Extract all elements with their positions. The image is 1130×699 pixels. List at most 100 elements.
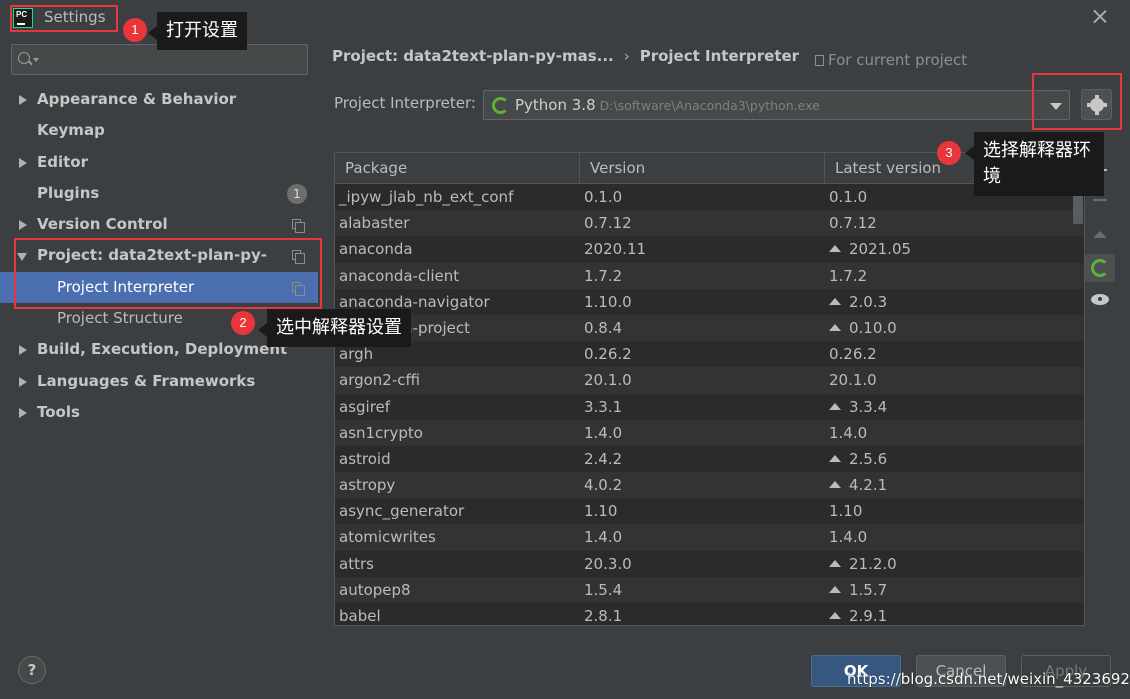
expand-arrow-icon[interactable]	[19, 407, 27, 418]
close-icon[interactable]	[1089, 6, 1111, 28]
column-header-version[interactable]: Version	[580, 153, 825, 184]
package-name: alabaster	[339, 214, 410, 233]
package-latest-version: 0.10.0	[829, 315, 897, 341]
table-row[interactable]: astroid 2.4.2 2.5.6	[335, 445, 1084, 473]
package-name: attrs	[339, 554, 374, 573]
table-row[interactable]: attrs 20.3.0 21.2.0	[335, 550, 1084, 577]
upgrade-available-icon	[829, 323, 841, 331]
annotation-box-interpreter	[14, 238, 322, 309]
packages-table: Package Version Latest version _ipyw_jla…	[334, 152, 1085, 626]
latest-version-text: 1.4.0	[829, 528, 868, 547]
upgrade-package-icon[interactable]	[1085, 222, 1115, 250]
latest-version-text: 3.3.4	[849, 397, 888, 416]
package-name: astropy	[339, 476, 396, 495]
upgrade-available-icon	[829, 585, 841, 593]
table-row[interactable]: autopep8 1.5.4 1.5.7	[335, 576, 1084, 603]
table-row[interactable]: atomicwrites 1.4.0 1.4.0	[335, 524, 1084, 551]
latest-version-text: 0.10.0	[849, 318, 897, 337]
interpreter-dropdown[interactable]: Python 3.8 D:\software\Anaconda3\python.e…	[483, 90, 1070, 120]
table-row[interactable]: anaconda 2020.11 2021.05	[335, 236, 1084, 263]
expand-arrow-icon[interactable]	[19, 376, 27, 387]
table-row[interactable]: anaconda-client 1.7.2 1.7.2	[335, 262, 1084, 289]
package-latest-version: 0.7.12	[829, 210, 877, 236]
package-latest-version: 2021.05	[829, 236, 911, 262]
package-latest-version: 0.1.0	[829, 184, 867, 210]
interpreter-name: Python 3.8	[515, 96, 596, 114]
expand-arrow-icon[interactable]	[19, 345, 27, 356]
table-row[interactable]: asgiref 3.3.1 3.3.4	[335, 393, 1084, 420]
expand-arrow-icon[interactable]	[19, 220, 27, 231]
table-body: _ipyw_jlab_nb_ext_conf 0.1.0 0.1.0 alabaste…	[335, 184, 1084, 625]
expand-arrow-icon[interactable]	[19, 95, 27, 105]
package-toolbar	[1085, 152, 1115, 626]
package-name: autopep8	[339, 580, 411, 599]
sidebar-item-plugins[interactable]: Plugins 1	[0, 178, 318, 209]
table-row[interactable]: alabaster 0.7.12 0.7.12	[335, 210, 1084, 237]
package-latest-version: 2.9.1	[829, 603, 887, 625]
annotation-callout-3: 选择解释器环境	[965, 132, 1104, 196]
upgrade-available-icon	[829, 454, 841, 462]
package-version: 0.26.2	[584, 345, 632, 364]
breadcrumb: Project: data2text-plan-py-mas... › Projec…	[332, 47, 799, 65]
sidebar-item-version-control[interactable]: Version Control	[0, 209, 318, 240]
package-latest-version: 20.1.0	[829, 367, 877, 393]
table-row[interactable]: astropy 4.0.2 4.2.1	[335, 472, 1084, 499]
breadcrumb-project[interactable]: Project: data2text-plan-py-mas...	[332, 47, 614, 65]
latest-version-text: 20.1.0	[829, 371, 877, 390]
sidebar-item-tools[interactable]: Tools	[0, 397, 318, 428]
column-header-package[interactable]: Package	[335, 153, 580, 184]
package-version: 0.7.12	[584, 214, 632, 233]
latest-version-text: 2021.05	[849, 240, 912, 259]
package-version: 3.3.1	[584, 397, 623, 416]
package-name: anaconda	[339, 240, 413, 259]
table-row[interactable]: async_generator 1.10 1.10	[335, 498, 1084, 525]
settings-content-panel: Project: data2text-plan-py-mas... › Projec…	[318, 36, 1130, 632]
project-scope-icon	[292, 219, 305, 234]
package-version: 0.1.0	[584, 188, 623, 206]
package-version: 1.4.0	[584, 528, 623, 547]
package-name: _ipyw_jlab_nb_ext_conf	[339, 188, 514, 206]
package-latest-version: 0.26.2	[829, 341, 877, 367]
help-button[interactable]: ?	[18, 656, 46, 684]
breadcrumb-current: Project Interpreter	[639, 47, 800, 65]
table-row[interactable]: anaconda-navigator 1.10.0 2.0.3	[335, 288, 1084, 315]
sidebar-item-appearance-behavior[interactable]: Appearance & Behavior	[0, 84, 318, 115]
latest-version-text: 2.5.6	[849, 449, 888, 468]
package-name: astroid	[339, 449, 391, 468]
chevron-down-icon	[33, 58, 39, 62]
package-name: asn1crypto	[339, 423, 423, 442]
latest-version-text: 0.26.2	[829, 345, 877, 364]
table-row[interactable]: anaconda-project0.8.40.10.0	[335, 314, 1084, 342]
table-row[interactable]: asn1crypto 1.4.0 1.4.0	[335, 419, 1084, 446]
package-version: 20.1.0	[584, 371, 632, 390]
package-version: 0.8.4	[584, 318, 623, 337]
table-row[interactable]: _ipyw_jlab_nb_ext_conf 0.1.0 0.1.0	[335, 184, 1084, 211]
eye-icon[interactable]	[1085, 286, 1115, 314]
package-latest-version: 1.5.7	[829, 577, 887, 603]
sidebar-item-languages-frameworks[interactable]: Languages & Frameworks	[0, 366, 318, 397]
expand-arrow-icon[interactable]	[19, 157, 27, 168]
sidebar-item-editor[interactable]: Editor	[0, 147, 318, 178]
package-version: 1.4.0	[584, 423, 623, 442]
refresh-icon[interactable]	[1085, 254, 1115, 282]
sidebar-item-keymap[interactable]: Keymap	[0, 115, 318, 146]
table-row[interactable]: argon2-cffi 20.1.0 20.1.0	[335, 367, 1084, 394]
table-row[interactable]: argh 0.26.2 0.26.2	[335, 341, 1084, 368]
package-version: 1.10.0	[584, 292, 632, 311]
annotation-callout-1: 打开设置	[148, 12, 247, 50]
upgrade-available-icon	[829, 402, 841, 410]
package-name: async_generator	[339, 502, 465, 521]
table-row[interactable]: babel 2.8.1 2.9.1	[335, 603, 1084, 625]
package-version: 4.0.2	[584, 476, 623, 495]
latest-version-text: 1.10	[829, 502, 863, 521]
breadcrumb-separator: ›	[623, 47, 630, 65]
annotation-badge-2: 2	[231, 311, 255, 335]
interpreter-label: Project Interpreter:	[334, 94, 476, 112]
latest-version-text: 21.2.0	[849, 554, 897, 573]
package-name: asgiref	[339, 397, 391, 416]
package-version: 1.7.2	[584, 266, 623, 285]
annotation-badge-1: 1	[123, 18, 147, 42]
upgrade-available-icon	[829, 559, 841, 567]
annotation-badge-3: 3	[937, 141, 961, 165]
package-latest-version: 2.0.3	[829, 289, 887, 315]
